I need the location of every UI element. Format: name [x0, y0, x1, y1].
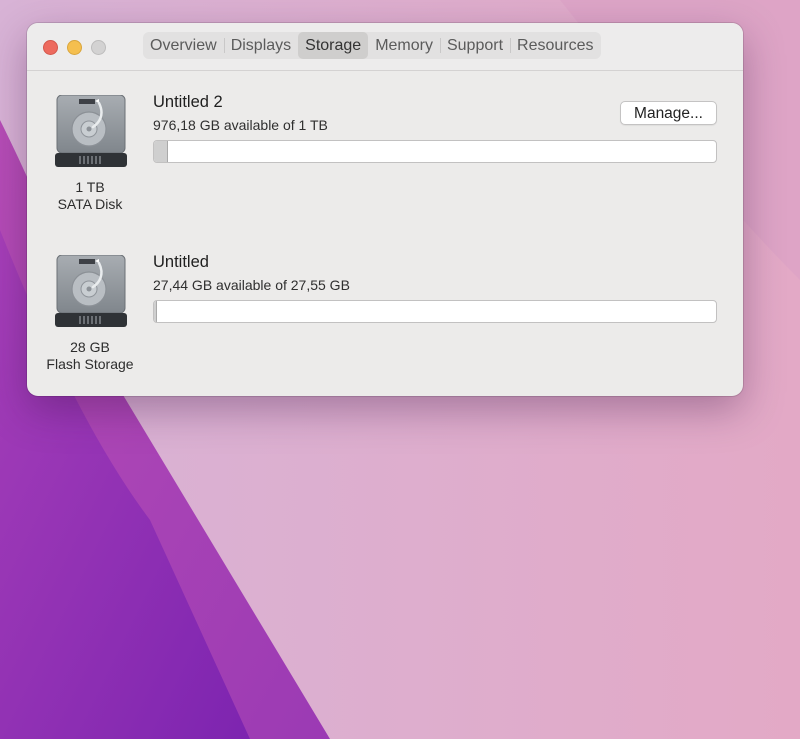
volume-available: 27,44 GB available of 27,55 GB [153, 277, 350, 293]
tab-memory[interactable]: Memory [368, 32, 440, 59]
drive-row: 28 GB Flash Storage Untitled 27,44 GB av… [27, 253, 743, 396]
tab-overview[interactable]: Overview [143, 32, 224, 59]
tab-resources[interactable]: Resources [510, 32, 600, 59]
storage-used-fill [154, 141, 169, 162]
drive-type-label: SATA Disk [57, 196, 123, 212]
tab-storage[interactable]: Storage [298, 32, 369, 59]
about-this-mac-window: Overview Displays Storage Memory Support… [27, 23, 743, 396]
storage-usage-bar [153, 140, 717, 163]
hard-drive-icon [55, 94, 127, 171]
tab-displays[interactable]: Displays [223, 32, 298, 59]
manage-button[interactable]: Manage... [620, 101, 717, 125]
drive-type-label: Flash Storage [46, 356, 134, 372]
drive-size-label: 1 TB [75, 179, 105, 195]
volume-name: Untitled [153, 253, 209, 271]
titlebar: Overview Displays Storage Memory Support… [27, 23, 743, 71]
volume-name: Untitled 2 [153, 93, 223, 111]
hard-drive-icon [55, 254, 127, 331]
tab-support[interactable]: Support [439, 32, 510, 59]
zoom-button[interactable] [91, 40, 106, 55]
drive-size-label: 28 GB [70, 339, 110, 355]
tab-bar: Overview Displays Storage Memory Support… [143, 32, 601, 59]
volume-available: 976,18 GB available of 1 TB [153, 117, 328, 133]
minimize-button[interactable] [67, 40, 82, 55]
storage-usage-bar [153, 300, 717, 323]
close-button[interactable] [43, 40, 58, 55]
storage-used-fill [154, 301, 158, 322]
